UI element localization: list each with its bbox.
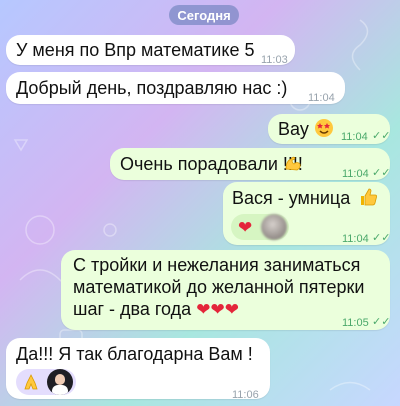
message-outgoing[interactable]: Очень порадовали !!!! 11:04 ✓✓ [110, 148, 390, 180]
message-time: 11:04 [308, 92, 335, 104]
message-time: 11:04 [342, 233, 369, 245]
message-text: Очень порадовали !!!! [120, 154, 303, 174]
folded-hands-emoji [22, 373, 40, 396]
read-double-check-icon: ✓✓ [372, 130, 391, 142]
message-text: С тройки и нежелания заниматься математи… [73, 255, 365, 319]
heart-reaction-icon: ❤ [238, 218, 253, 237]
message-text: Добрый день, поздравляю нас :) [16, 78, 288, 98]
reaction-chip[interactable]: ❤ [231, 214, 289, 240]
thumbs-up-emoji [358, 187, 378, 212]
message-incoming[interactable]: Добрый день, поздравляю нас :) 11:04 [6, 72, 345, 104]
message-outgoing[interactable]: Вау 11:04 ✓✓ [268, 114, 390, 144]
read-double-check-icon: ✓✓ [372, 316, 391, 328]
message-time: 11:04 [341, 131, 368, 143]
chat-area: Сегодня У меня по Впр математике 5 11:03… [0, 0, 400, 406]
reactor-avatar [47, 369, 73, 395]
message-time: 11:03 [261, 54, 288, 66]
message-text: Вау [278, 119, 309, 139]
reaction-chip[interactable] [16, 369, 76, 395]
reactor-avatar [261, 214, 287, 240]
message-text: Вася - умница [232, 188, 351, 208]
message-incoming[interactable]: У меня по Впр математике 5 11:03 [6, 35, 295, 66]
message-time: 11:05 [342, 317, 369, 329]
read-double-check-icon: ✓✓ [372, 167, 391, 179]
read-double-check-icon: ✓✓ [372, 232, 391, 244]
star-struck-emoji [314, 118, 334, 143]
three-hearts-emoji: ❤❤❤ [196, 300, 239, 319]
message-time: 11:06 [232, 389, 259, 401]
flexed-biceps-emoji [283, 153, 303, 178]
date-divider: Сегодня [169, 5, 239, 25]
message-text: Да!!! Я так благодарна Вам ! [16, 344, 253, 364]
message-outgoing[interactable]: С тройки и нежелания заниматься математи… [61, 250, 390, 330]
message-text: У меня по Впр математике 5 [16, 40, 255, 60]
message-incoming[interactable]: Да!!! Я так благодарна Вам ! 11:06 [6, 338, 270, 401]
message-outgoing[interactable]: Вася - умница ❤ 11:04 ✓✓ [223, 182, 390, 245]
